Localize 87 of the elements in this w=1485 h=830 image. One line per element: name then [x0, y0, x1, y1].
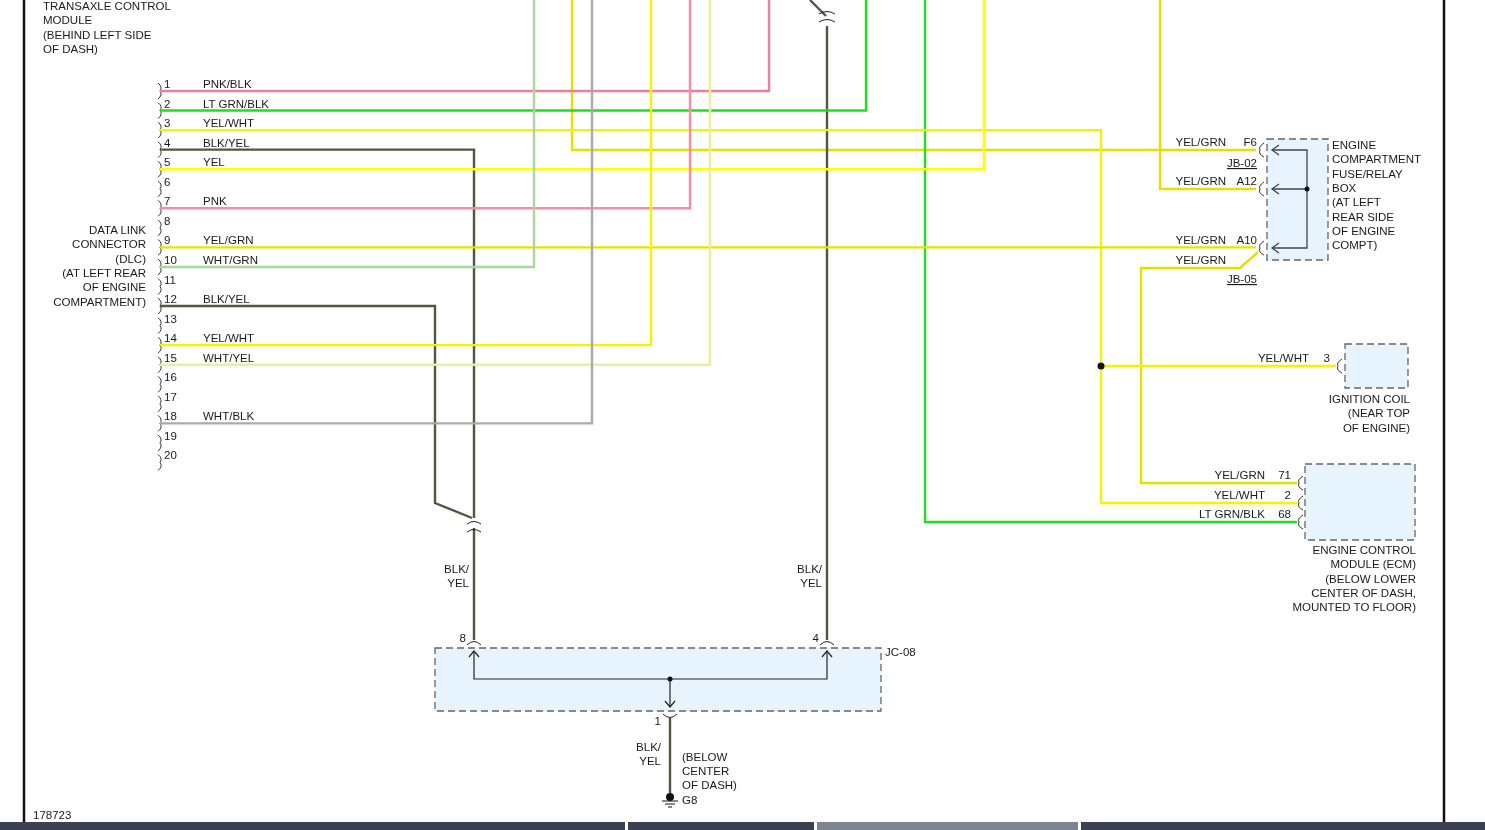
pin-number: 7: [164, 195, 171, 208]
pin-number: 8: [164, 214, 171, 227]
wire-label: BLK/ YEL: [797, 563, 822, 589]
wire-label: YEL/WHT: [1257, 352, 1309, 364]
wire-label: WHT/GRN: [203, 253, 258, 266]
bar-segment[interactable]: [817, 822, 1078, 830]
connector-id: JC-08: [885, 646, 916, 658]
connector-pin-icon: [1259, 181, 1265, 197]
location-label: (BELOW CENTER OF DASH): [682, 751, 737, 791]
connector-pin-icon: [1337, 358, 1343, 374]
wire-label: PNK: [203, 195, 227, 208]
connector-pin-icon: [1298, 514, 1304, 530]
pin-number: 15: [164, 351, 177, 364]
component-label: IGNITION COIL (NEAR TOP OF ENGINE): [1328, 393, 1410, 434]
wire-label: YEL/GRN: [1175, 254, 1226, 266]
connector-pin-icon: [819, 641, 835, 646]
wire-label: YEL/GRN: [1175, 175, 1226, 187]
wire-label: YEL/GRN: [203, 234, 254, 247]
connector-id: JB-02: [1226, 157, 1257, 169]
pin-number: 14: [164, 332, 177, 345]
pin-number: 71: [1278, 469, 1291, 481]
wire-label: BLK/ YEL: [444, 563, 469, 589]
connector-pin-icon: [157, 82, 162, 100]
wire-label: BLK/ YEL: [636, 741, 661, 767]
connector-pin-icon: [157, 278, 162, 295]
wire-label: YEL/GRN: [1175, 234, 1226, 246]
pin-number: 3: [164, 117, 171, 130]
connector-pin-icon: [1259, 142, 1265, 158]
wire-label: WHT/YEL: [203, 351, 255, 364]
pin-number: 3: [1323, 352, 1330, 364]
pin-number: 17: [164, 390, 177, 403]
wire-label: LT GRN/BLK: [203, 97, 270, 110]
bar-segment[interactable]: [628, 822, 814, 830]
pin-number: 2: [164, 97, 171, 110]
wire-label: YEL/WHT: [203, 117, 255, 130]
component-label: DATA LINK CONNECTOR (DLC) (AT LEFT REAR OF ENGINE COMPARTMENT): [53, 224, 146, 308]
connector-pin-icon: [466, 521, 482, 533]
wire-label: YEL/GRN: [1214, 469, 1265, 481]
pin-number: 8: [459, 632, 466, 644]
pin-number: 16: [164, 371, 177, 384]
pin-number: 19: [164, 429, 177, 442]
wire-label: PNK/BLK: [203, 78, 252, 90]
pin-number: F6: [1243, 136, 1257, 148]
connector-pin-icon: [157, 297, 162, 315]
pin-number: A10: [1236, 234, 1257, 246]
pin-number: 12: [164, 293, 177, 306]
connector-pin-icon: [1298, 475, 1304, 491]
pin-number: 68: [1278, 508, 1291, 520]
pin-number: 13: [164, 312, 177, 325]
pin-number: 1: [654, 715, 661, 727]
wire-label: BLK/YEL: [203, 293, 250, 306]
ignition-coil-box: [1344, 343, 1409, 389]
connector-pin-icon: [662, 713, 678, 718]
wire-label: YEL/WHT: [1213, 489, 1265, 501]
connector-pin-icon: [1298, 495, 1304, 511]
component-label: ENGINE COMPARTMENT FUSE/RELAY BOX (AT LEFT REAR SIDE OF ENGINE COMPT): [1332, 139, 1422, 252]
wire-label: WHT/BLK: [203, 410, 255, 423]
connector-pin-icon: [466, 641, 482, 646]
pin-number: 4: [164, 136, 171, 149]
pin-number: 2: [1284, 489, 1291, 501]
pin-number: 4: [812, 632, 819, 644]
connector-pin-icon: [818, 11, 836, 23]
pin-number: A12: [1236, 175, 1257, 187]
component-label: ENGINE CONTROL MODULE (ECM) (BELOW LOWER CENTER OF DASH, MOUNTED TO FLOOR): [1292, 544, 1416, 614]
splice-dot: [1097, 362, 1105, 370]
pin-number: 10: [164, 253, 177, 266]
pin-number: 6: [164, 175, 171, 188]
pin-number: 11: [164, 273, 176, 286]
figure-number: 178723: [33, 809, 72, 821]
wire-label: BLK/YEL: [203, 136, 250, 149]
connector-pin-icon: [157, 258, 162, 276]
component-label: TRANSAXLE CONTROL MODULE (BEHIND LEFT SIDE OF DASH): [43, 0, 171, 55]
wire-label: YEL/WHT: [203, 332, 255, 345]
pin-number: 9: [164, 234, 171, 247]
ground-icon: [661, 793, 679, 808]
pin-number: 20: [164, 449, 177, 462]
bar-segment[interactable]: [1081, 822, 1485, 830]
ground-id: G8: [682, 794, 698, 806]
connector-id: JB-05: [1226, 273, 1257, 285]
bar-segment[interactable]: [0, 822, 625, 830]
wire-label: LT GRN/BLK: [1198, 508, 1265, 520]
pin-number: 1: [164, 78, 171, 90]
pin-number: 18: [164, 410, 177, 423]
pin-number: 5: [164, 156, 171, 169]
wire-label: YEL: [203, 156, 225, 169]
wire-label: YEL/GRN: [1175, 136, 1226, 148]
connector-pin-icon: [1259, 240, 1265, 256]
